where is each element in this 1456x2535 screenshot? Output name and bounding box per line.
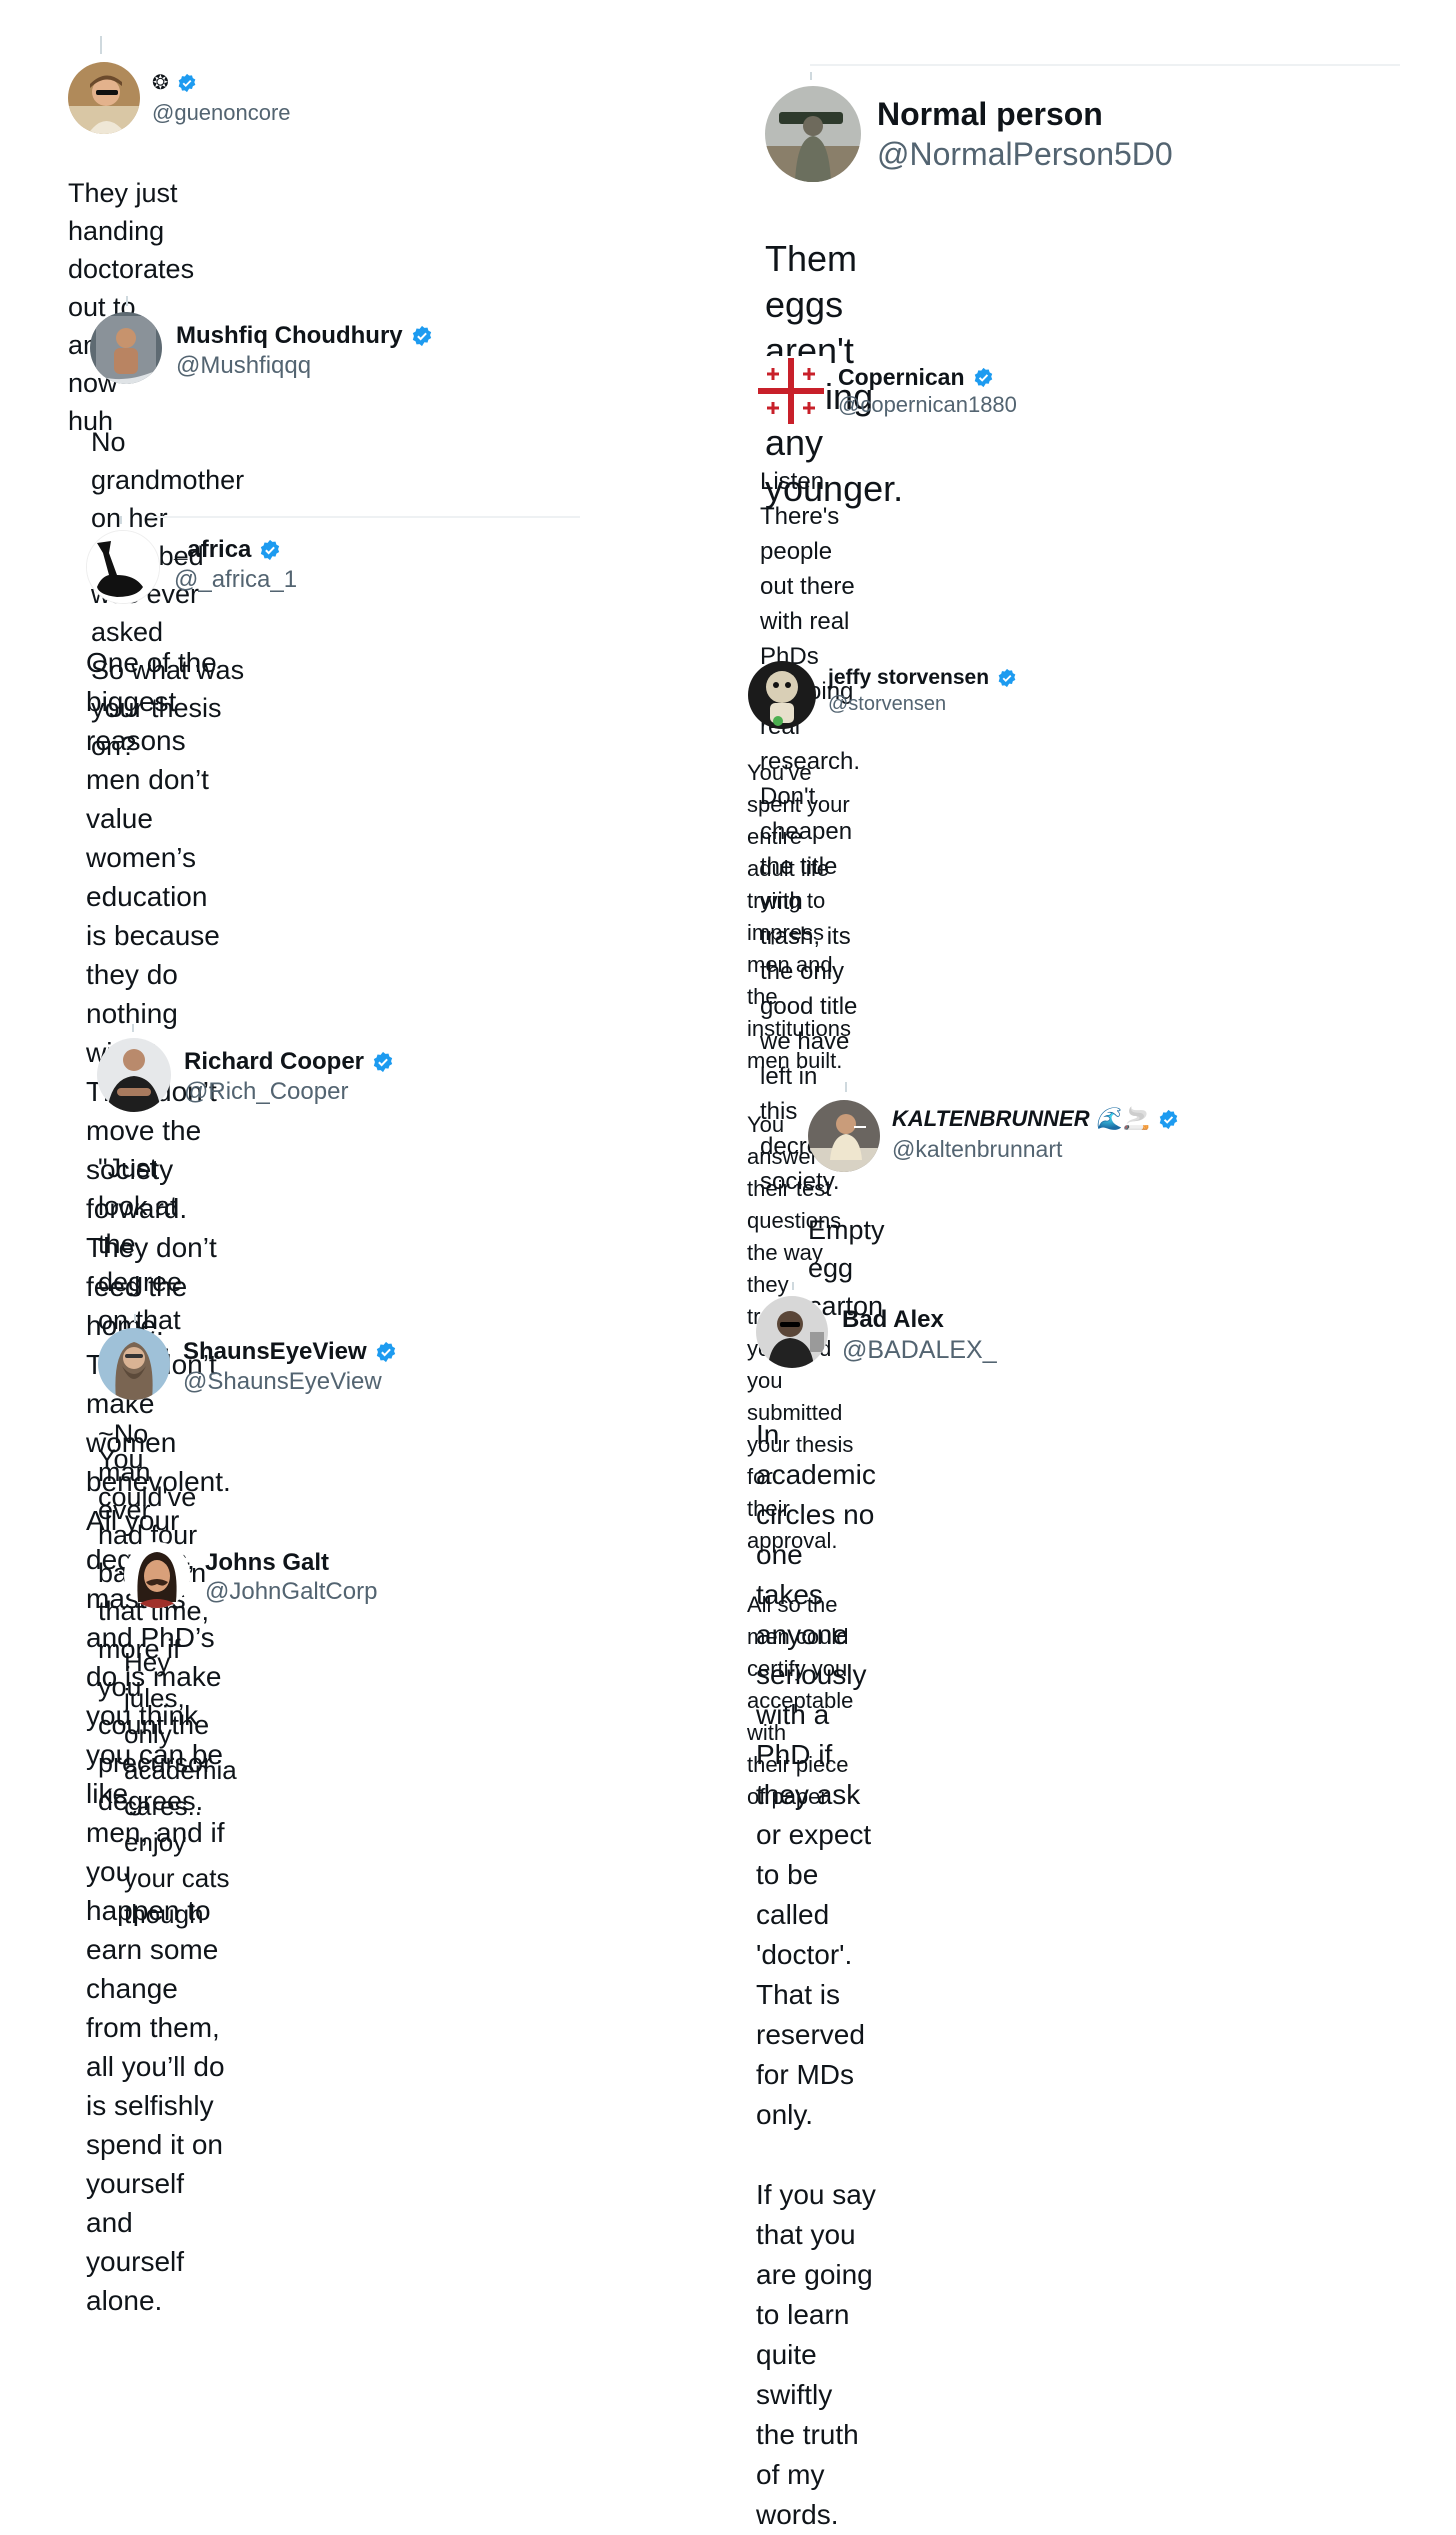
- handle[interactable]: @JohnGaltCorp: [205, 1578, 377, 1606]
- display-name[interactable]: ❂: [152, 70, 169, 95]
- thread-line: [792, 1282, 794, 1290]
- thread-line: [845, 1082, 847, 1092]
- display-name[interactable]: _africa: [174, 536, 251, 564]
- thread-line: [134, 1314, 136, 1322]
- thread-line: [132, 1024, 134, 1032]
- divider: [150, 516, 580, 518]
- handle[interactable]: @BADALEX_: [842, 1336, 997, 1365]
- soldier-icon[interactable]: [765, 86, 861, 182]
- handle[interactable]: @kaltenbrunnart: [892, 1136, 1062, 1163]
- handle[interactable]: @copernican1880: [838, 392, 1017, 418]
- display-name[interactable]: Normal person: [877, 96, 1103, 133]
- display-name[interactable]: Bad Alex: [842, 1306, 944, 1334]
- handle[interactable]: @NormalPerson5D0: [877, 136, 1173, 173]
- verified-badge-icon: [373, 1051, 393, 1073]
- handle[interactable]: @_africa_1: [174, 566, 297, 594]
- tweet-text: They just handing doctorates out to anyo…: [68, 178, 195, 436]
- jerusalem-cross-icon[interactable]: [756, 356, 826, 426]
- display-name[interactable]: KALTENBRUNNER 🌊🚬: [892, 1106, 1150, 1132]
- verified-badge-icon: [376, 1341, 395, 1363]
- thread-line: [810, 72, 812, 80]
- verified-badge-icon: [412, 325, 431, 347]
- handle[interactable]: @Mushfiqqq: [176, 352, 311, 380]
- verified-badge-icon: [998, 668, 1016, 688]
- tweet-text: Hey jules, only academia cares.. enjoy y…: [124, 1647, 237, 1929]
- divider: [810, 64, 1400, 66]
- display-name[interactable]: Mushfiq Choudhury: [176, 322, 403, 350]
- verified-badge-icon: [178, 73, 196, 92]
- display-name[interactable]: Johns Galt: [205, 1549, 329, 1577]
- display-name[interactable]: Richard Cooper: [184, 1048, 364, 1076]
- display-name[interactable]: ShaunsEyeView: [183, 1338, 367, 1366]
- person-smoking-icon[interactable]: [808, 1100, 880, 1172]
- handle[interactable]: @Rich_Cooper: [184, 1078, 348, 1106]
- person-sunglasses-dark-icon[interactable]: [756, 1296, 828, 1368]
- thread-line: [120, 516, 122, 524]
- verified-badge-icon: [974, 367, 992, 388]
- display-name[interactable]: Copernican: [838, 364, 965, 391]
- thread-line: [126, 296, 128, 306]
- person-beard-icon[interactable]: [98, 1328, 170, 1400]
- person-mirror-selfie-icon[interactable]: [90, 312, 162, 384]
- person-arms-crossed-icon[interactable]: [97, 1038, 171, 1112]
- verified-badge-icon: [261, 539, 280, 561]
- display-name[interactable]: jeffy storvensen: [828, 666, 989, 690]
- tweet-text: In academic circles no one takes anyone …: [756, 1419, 876, 2530]
- silhouette-icon[interactable]: [86, 530, 160, 604]
- thread-line: [100, 36, 102, 54]
- puppet-icon[interactable]: [748, 661, 816, 729]
- handle[interactable]: @ShaunsEyeView: [183, 1368, 382, 1396]
- person-mustache-icon[interactable]: [124, 1542, 190, 1608]
- verified-badge-icon: [1160, 1109, 1178, 1129]
- handle[interactable]: @guenoncore: [152, 100, 291, 126]
- person-sunglasses-icon[interactable]: [68, 62, 140, 134]
- handle[interactable]: @storvensen: [828, 693, 946, 716]
